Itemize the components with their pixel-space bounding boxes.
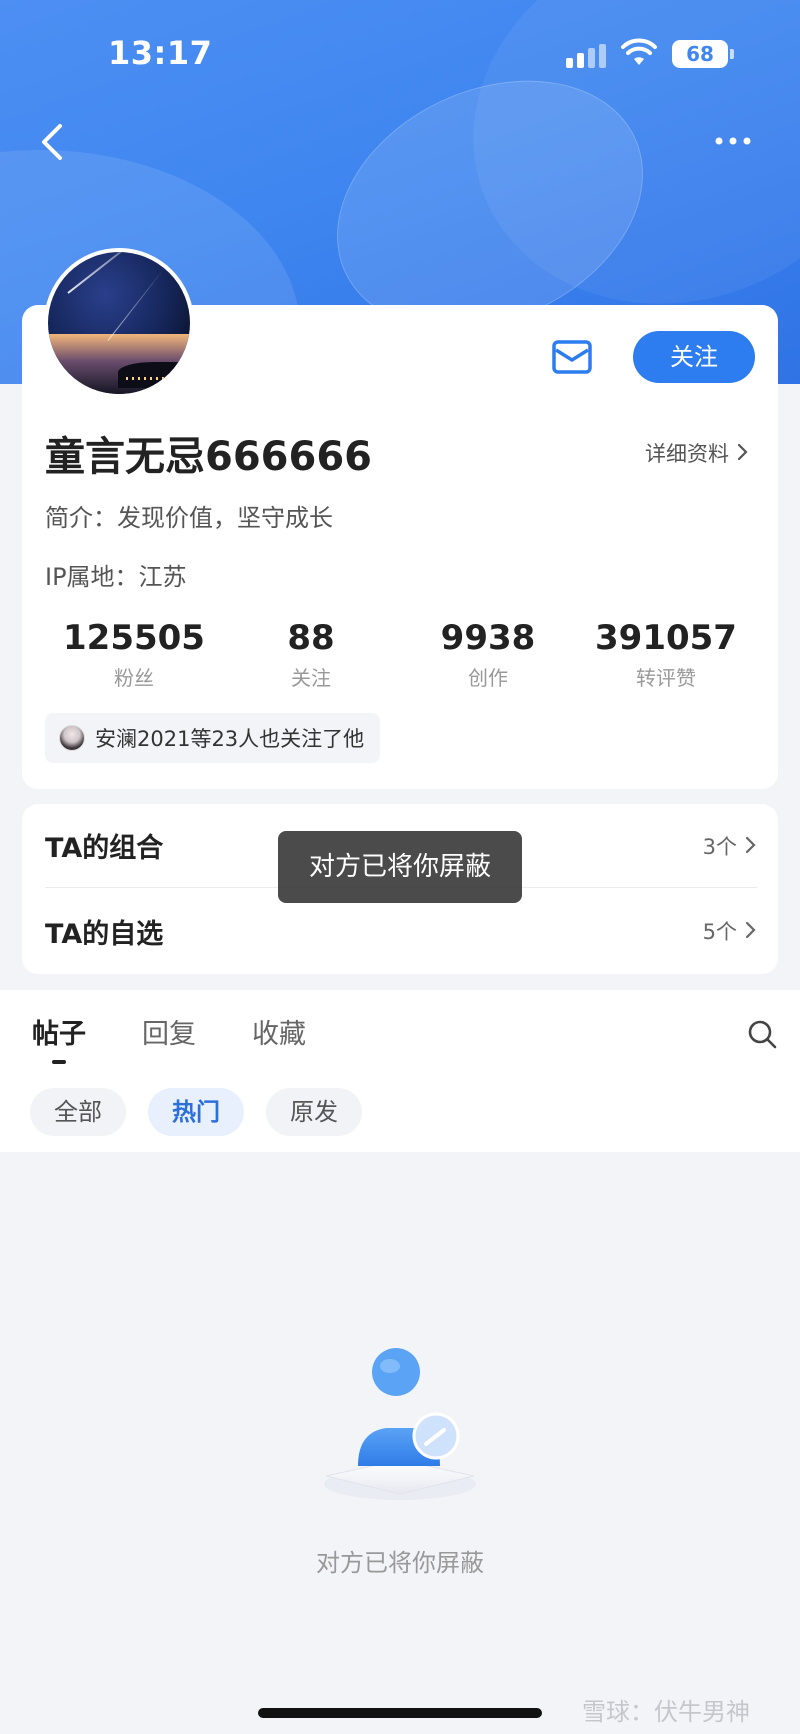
stat-followers[interactable]: 125505 粉丝 [45,618,223,691]
stat-creations[interactable]: 9938 创作 [399,618,577,691]
chevron-right-icon [745,921,756,939]
stat-label: 粉丝 [114,666,154,690]
chevron-right-icon [737,443,748,461]
status-time: 13:17 [108,34,213,72]
battery-indicator: 68 [672,40,734,68]
posts-section: 帖子 回复 收藏 全部 热门 原发 [0,990,800,1152]
stat-following[interactable]: 88 关注 [222,618,400,691]
chevron-right-icon [745,836,756,853]
stat-value: 125505 [63,618,205,658]
stat-value: 9938 [440,618,536,658]
toast-message: 对方已将你屏蔽 [278,831,522,903]
row-count-value: 5个 [702,920,737,944]
bio: 简介：发现价值，坚守成长 [45,504,333,532]
mutual-avatar [59,725,85,751]
signal-icon [566,44,610,68]
row-title: TA的组合 [45,833,164,864]
avatar[interactable] [44,248,194,398]
row-count-value: 3个 [702,834,737,859]
filter-hot[interactable]: 热门 [148,1088,244,1136]
follow-button[interactable]: 关注 [633,331,755,383]
filter-chips: 全部 热门 原发 [30,1088,384,1136]
tab-replies[interactable]: 回复 [142,1012,196,1051]
stat-value: 88 [287,618,335,658]
filter-original[interactable]: 原发 [266,1088,362,1136]
home-indicator [258,1708,542,1718]
mail-icon[interactable] [552,340,592,374]
row-title: TA的自选 [45,918,164,950]
wifi-icon [621,38,657,65]
empty-state-message: 对方已将你屏蔽 [316,1549,484,1577]
stat-label: 关注 [291,666,331,690]
tab-bar: 帖子 回复 收藏 [32,1012,362,1064]
filter-all[interactable]: 全部 [30,1088,126,1136]
detail-link-label: 详细资料 [645,442,729,466]
stat-label: 转评赞 [636,666,696,690]
stat-value: 391057 [595,618,737,658]
ip-location: IP属地：江苏 [45,563,187,591]
stats-row: 125505 粉丝 88 关注 9938 创作 391057 转评赞 [45,618,755,694]
row-count: 5个 [703,916,757,946]
back-icon[interactable] [34,118,74,166]
stat-interactions[interactable]: 391057 转评赞 [577,618,755,691]
status-bar: 13:17 68 [0,0,800,100]
tab-posts[interactable]: 帖子 [32,1012,86,1064]
blocked-user-icon [324,1348,476,1500]
stat-label: 创作 [468,666,508,690]
search-icon[interactable] [746,1018,778,1050]
mutual-follow-text: 安澜2021等23人也关注了他 [95,727,365,751]
row-count: 3个 [703,831,757,861]
nickname: 童言无忌666666 [45,434,372,480]
tab-favorites[interactable]: 收藏 [252,1012,306,1051]
detail-link[interactable]: 详细资料 [645,438,749,468]
watermark: 雪球：伏牛男神 [582,1698,750,1726]
more-icon[interactable] [712,126,754,156]
mutual-follow-chip[interactable]: 安澜2021等23人也关注了他 [45,713,381,763]
